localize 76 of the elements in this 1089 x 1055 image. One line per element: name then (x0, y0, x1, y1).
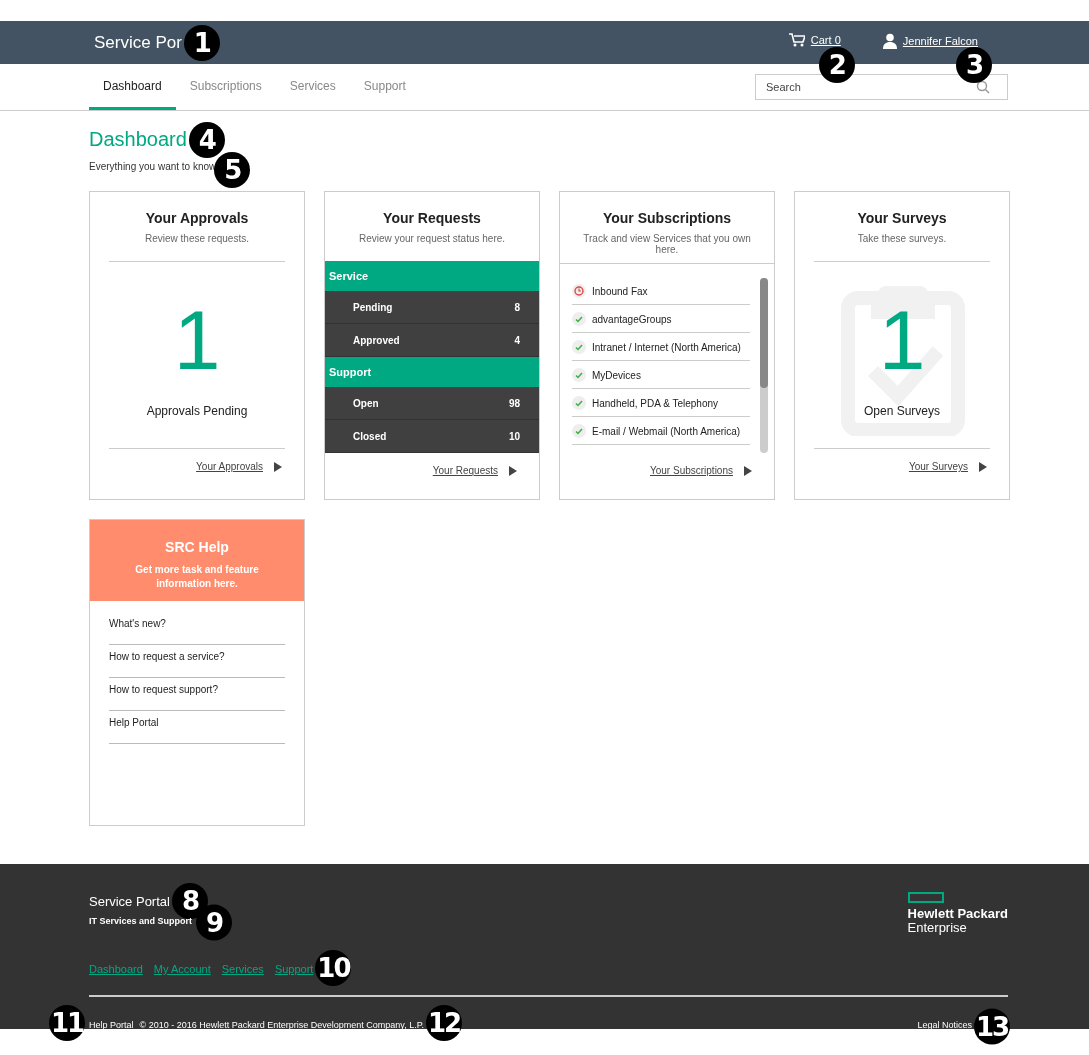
nav-tab[interactable]: Dashboard (89, 64, 176, 110)
subscription-name: E-mail / Webmail (North America) (592, 425, 741, 437)
help-link[interactable]: How to request support? (109, 679, 285, 711)
callout-number: 13 (974, 1008, 1010, 1045)
request-row[interactable]: Pending 8 (325, 291, 539, 324)
surveys-link[interactable]: Your Surveys (908, 461, 968, 472)
help-link[interactable]: How to request a service? (109, 646, 285, 678)
footer-link[interactable]: Services (221, 963, 264, 975)
request-group-header: Service (325, 261, 539, 291)
request-status: Approved (353, 334, 400, 346)
portal-title: Service Por (94, 32, 182, 52)
cart-link[interactable]: Cart 0 (788, 32, 841, 47)
surveys-count: 1 (878, 298, 926, 382)
card-subtitle: Review these requests. (144, 233, 250, 246)
count-label: Approvals Pending (146, 404, 248, 418)
request-row[interactable]: Approved 4 (325, 324, 539, 357)
card-title: Your Requests (382, 210, 482, 226)
card-title: Your Approvals (144, 210, 250, 226)
subscription-name: MyDevices (592, 369, 641, 381)
count-label: Open Surveys (863, 404, 940, 418)
request-count: 8 (514, 301, 520, 313)
callout-number: 10 (315, 950, 352, 986)
help-subtitle: Get more task and feature information here. (134, 563, 260, 591)
callout-number: 3 (956, 46, 992, 83)
footer-link[interactable]: Dashboard (89, 963, 143, 975)
page-title: Dashboard (89, 128, 187, 151)
approvals-count: 1 (173, 298, 221, 382)
subscription-item[interactable]: Intranet / Internet (North America) (572, 334, 750, 361)
search-field[interactable]: Search (755, 74, 1008, 100)
request-row[interactable]: Open 98 (325, 387, 539, 420)
subscription-item[interactable]: MyDevices (572, 362, 750, 389)
request-row[interactable]: Closed 10 (325, 420, 539, 453)
help-portal-link[interactable]: Help Portal (89, 1020, 134, 1030)
callout-number: 1 (183, 24, 220, 61)
footer-tagline: IT Services and Support (89, 916, 193, 926)
card-title: Your Subscriptions (601, 210, 733, 226)
callout-number: 11 (49, 1005, 85, 1041)
request-status: Pending (353, 301, 393, 313)
subscription-name: advantageGroups (592, 313, 672, 325)
requests-link[interactable]: Your Requests (432, 465, 498, 476)
approvals-link[interactable]: Your Approvals (196, 461, 263, 472)
help-title: SRC Help (164, 539, 230, 555)
subscriptions-link[interactable]: Your Subscriptions (650, 465, 733, 476)
footer-link[interactable]: Support (274, 963, 314, 975)
user-link[interactable]: Jennifer Falcon (882, 32, 978, 49)
request-count: 10 (508, 430, 520, 442)
subscription-item[interactable]: Handheld, PDA & Telephony (572, 390, 750, 417)
callout-number: 5 (214, 152, 251, 188)
card-subtitle: Review your request status here. (357, 233, 507, 246)
subscription-item[interactable]: Inbound Fax (572, 278, 750, 305)
copyright-text: © 2010 - 2016 Hewlett Packard Enterprise Development Company, L.P. (139, 1020, 424, 1030)
nav-tab[interactable]: Services (275, 64, 350, 110)
callout-number: 4 (188, 121, 225, 158)
request-status: Open (353, 397, 379, 409)
subscription-item[interactable]: advantageGroups (572, 306, 750, 333)
footer-link[interactable]: My Account (153, 963, 211, 975)
help-link[interactable]: Help Portal (109, 712, 285, 744)
footer-title: Service Portal (89, 894, 170, 909)
subscription-name: Inbound Fax (592, 285, 648, 297)
nav-tab[interactable]: Subscriptions (175, 64, 276, 110)
callout-number: 2 (818, 46, 855, 83)
legal-notices-link[interactable]: Legal Notices (917, 1020, 972, 1030)
request-count: 4 (514, 334, 520, 346)
card-title: Your Surveys (856, 210, 948, 226)
request-group-header: Support (325, 357, 539, 387)
subscription-name: Handheld, PDA & Telephony (592, 397, 718, 409)
nav-tab[interactable]: Support (349, 64, 420, 110)
company-logo: Hewlett Packard Enterprise (907, 892, 1008, 935)
callout-number: 12 (426, 1005, 462, 1041)
request-count: 98 (508, 397, 520, 409)
subscription-name: Intranet / Internet (North America) (592, 341, 741, 353)
help-link[interactable]: What's new? (109, 613, 285, 645)
card-subtitle: Track and view Services that you own here. (582, 233, 752, 257)
request-status: Closed (353, 430, 387, 442)
card-subtitle: Take these surveys. (856, 233, 948, 246)
subscription-item[interactable]: E-mail / Webmail (North America) (572, 418, 750, 445)
